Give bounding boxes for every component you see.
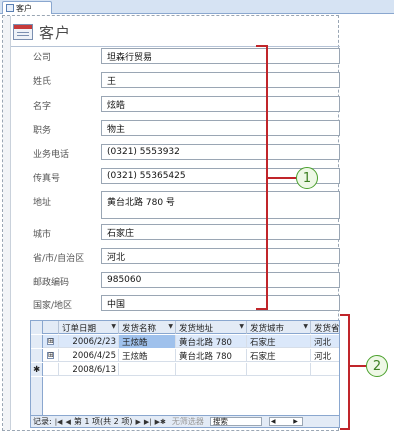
first-name-field[interactable]: 炫皓: [101, 96, 340, 112]
form-header-icon: [13, 24, 33, 40]
order-date-cell[interactable]: 2008/6/13: [59, 363, 119, 376]
row-selector[interactable]: [31, 349, 43, 362]
label-city: 城市: [33, 230, 52, 240]
form-header: 客户: [13, 20, 71, 44]
label-postal-code: 邮政编码: [33, 278, 70, 288]
ship-city-cell[interactable]: 石家庄: [247, 335, 311, 348]
expander-header: [43, 321, 59, 334]
record-navigation-bar: 记录: |◀ ◀ 第 1 项(共 2 项) ▶ ▶| ▶✱ 无筛选器 搜索 ◀ …: [31, 415, 339, 427]
ship-name-cell[interactable]: [119, 363, 176, 376]
label-job-title: 职务: [33, 126, 52, 136]
orders-subform: 订单日期 ▼ 发货名称 ▼ 发货地址 ▼ 发货城市 ▼ 发货省 ⊞ 2006/2/23 …: [30, 320, 340, 428]
ship-address-cell[interactable]: 黄台北路 780: [176, 349, 247, 362]
label-last-name: 姓氏: [33, 77, 52, 87]
horizontal-scrollbar[interactable]: ◀ ▶: [268, 417, 303, 426]
ship-city-cell[interactable]: 石家庄: [247, 349, 311, 362]
label-fax: 传真号: [33, 174, 61, 184]
callout-leader-2: [348, 365, 366, 367]
ship-address-cell[interactable]: 黄台北路 780: [176, 335, 247, 348]
chevron-down-icon[interactable]: ▼: [111, 323, 116, 330]
city-field[interactable]: 石家庄: [101, 224, 340, 240]
chevron-down-icon[interactable]: ▼: [168, 323, 173, 330]
new-record-icon: ✱: [31, 363, 43, 376]
business-phone-field[interactable]: (0321) 5553932: [101, 144, 340, 160]
datasheet-header: 订单日期 ▼ 发货名称 ▼ 发货地址 ▼ 发货城市 ▼ 发货省: [31, 321, 339, 334]
tab-customer[interactable]: 客户: [2, 1, 52, 14]
table-row[interactable]: ⊞ 2006/2/23 王炫皓 黄台北路 780 石家庄 河北: [31, 335, 339, 348]
expander-cell-empty: [43, 363, 59, 376]
ship-address-cell[interactable]: [176, 363, 247, 376]
record-label: 记录:: [33, 417, 52, 426]
tab-label: 客户: [16, 3, 32, 13]
plus-icon[interactable]: ⊞: [47, 338, 54, 345]
datasheet-empty-selector-area: [31, 377, 43, 416]
expand-row-button[interactable]: ⊞: [43, 335, 59, 348]
postal-code-field[interactable]: 985060: [101, 272, 340, 288]
label-first-name: 名字: [33, 102, 52, 112]
callout-2: 2: [366, 355, 388, 377]
search-input[interactable]: 搜索: [209, 417, 262, 426]
label-province: 省/市/自治区: [33, 254, 85, 264]
column-header-ship-address[interactable]: 发货地址 ▼: [176, 321, 247, 334]
last-name-field[interactable]: 王: [101, 72, 340, 88]
ship-city-cell[interactable]: [247, 363, 311, 376]
previous-record-icon[interactable]: ◀: [65, 418, 70, 426]
label-company: 公司: [33, 53, 52, 63]
row-selector[interactable]: [31, 335, 43, 348]
filter-status[interactable]: 无筛选器: [172, 416, 204, 427]
scroll-left-icon[interactable]: ◀: [271, 418, 276, 425]
ship-province-cell[interactable]: 河北: [311, 335, 339, 348]
record-position[interactable]: 第 1 项(共 2 项): [74, 416, 133, 427]
province-field[interactable]: 河北: [101, 248, 340, 264]
column-header-ship-province[interactable]: 发货省: [311, 321, 339, 334]
address-field[interactable]: 黄台北路 780 号: [101, 191, 340, 219]
document-tab-strip: 客户: [0, 0, 394, 14]
label-business-phone: 业务电话: [33, 150, 70, 160]
next-record-icon[interactable]: ▶: [135, 418, 140, 426]
ship-province-cell[interactable]: 河北: [311, 349, 339, 362]
column-header-ship-city[interactable]: 发货城市 ▼: [247, 321, 311, 334]
order-date-cell[interactable]: 2006/4/25: [59, 349, 119, 362]
first-record-icon[interactable]: |◀: [55, 418, 63, 426]
table-row[interactable]: ⊞ 2006/4/25 王炫皓 黄台北路 780 石家庄 河北: [31, 349, 339, 362]
country-field[interactable]: 中国: [101, 295, 340, 311]
chevron-down-icon[interactable]: ▼: [239, 323, 244, 330]
scroll-right-icon[interactable]: ▶: [293, 418, 298, 425]
job-title-field[interactable]: 物主: [101, 120, 340, 136]
column-header-order-date[interactable]: 订单日期 ▼: [59, 321, 119, 334]
callout-leader-1: [266, 177, 296, 179]
expand-row-button[interactable]: ⊞: [43, 349, 59, 362]
new-record-row[interactable]: ✱ 2008/6/13: [31, 363, 339, 376]
label-address: 地址: [33, 198, 52, 208]
form-title: 客户: [39, 23, 72, 42]
plus-icon[interactable]: ⊞: [47, 352, 54, 359]
record-selector-bar[interactable]: [3, 16, 11, 430]
label-country: 国家/地区: [33, 301, 73, 311]
order-date-cell[interactable]: 2006/2/23: [59, 335, 119, 348]
company-field[interactable]: 坦森行贸易: [101, 48, 340, 64]
ship-name-cell[interactable]: 王炫皓: [119, 335, 176, 348]
ship-province-cell[interactable]: [311, 363, 339, 376]
callout-1: 1: [296, 167, 318, 189]
column-header-ship-name[interactable]: 发货名称 ▼: [119, 321, 176, 334]
ship-name-cell[interactable]: 王炫皓: [119, 349, 176, 362]
callout-bracket-2-line: [348, 314, 350, 430]
new-record-nav-icon[interactable]: ▶✱: [155, 418, 166, 426]
header-divider: [11, 46, 340, 47]
select-all-corner[interactable]: [31, 321, 43, 334]
last-record-icon[interactable]: ▶|: [144, 418, 152, 426]
form-icon: [6, 4, 14, 12]
chevron-down-icon[interactable]: ▼: [303, 323, 308, 330]
